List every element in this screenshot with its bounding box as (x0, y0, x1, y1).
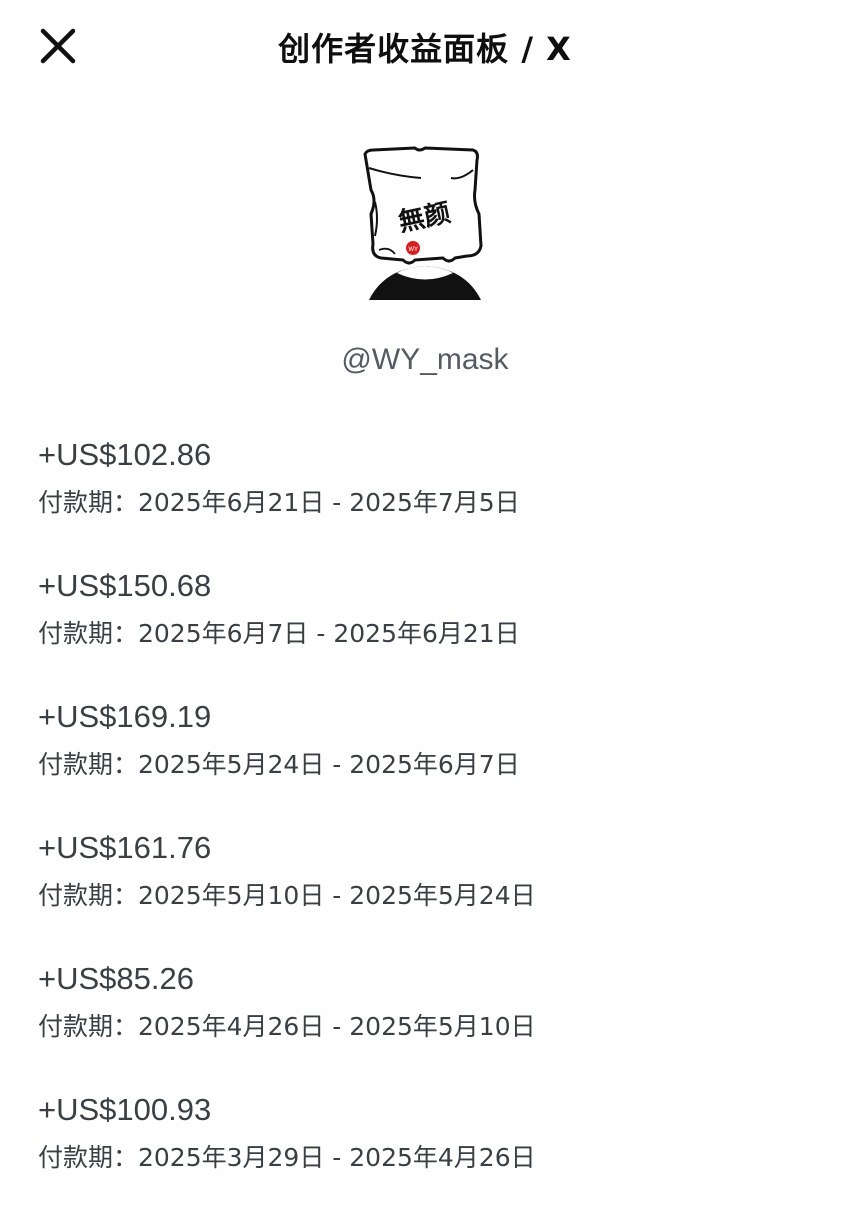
payout-period: 付款期：2025年6月7日 - 2025年6月21日 (38, 619, 520, 648)
payout-amount: +US$85.26 (38, 961, 194, 996)
avatar: 無颜 WY (355, 140, 495, 310)
payout-item: +US$85.26 付款期：2025年4月26日 - 2025年5月10日 (38, 957, 818, 1088)
page-title: 创作者收益面板 / X (278, 30, 572, 68)
payout-item: +US$100.93 付款期：2025年3月29日 - 2025年4月26日 (38, 1088, 818, 1219)
payout-item: +US$161.76 付款期：2025年5月10日 - 2025年5月24日 (38, 826, 818, 957)
payout-item: +US$169.19 付款期：2025年5月24日 - 2025年6月7日 (38, 695, 818, 826)
stamp-text: WY (408, 246, 418, 253)
payout-period: 付款期：2025年4月26日 - 2025年5月10日 (38, 1012, 536, 1041)
payout-item: +US$150.68 付款期：2025年6月7日 - 2025年6月21日 (38, 564, 818, 695)
payout-amount: +US$100.93 (38, 1092, 212, 1127)
payout-amount: +US$161.76 (38, 830, 212, 865)
payout-period: 付款期：2025年3月29日 - 2025年4月26日 (38, 1143, 536, 1172)
payout-amount: +US$169.19 (38, 699, 212, 734)
payout-list: +US$102.86 付款期：2025年6月21日 - 2025年7月5日 +U… (38, 433, 818, 1219)
payout-period: 付款期：2025年5月10日 - 2025年5月24日 (38, 881, 536, 910)
payout-period: 付款期：2025年5月24日 - 2025年6月7日 (38, 750, 520, 779)
header-bar: 创作者收益面板 / X (0, 0, 850, 92)
profile-handle: @WY_mask (341, 343, 509, 376)
payout-period: 付款期：2025年6月21日 - 2025年7月5日 (38, 488, 520, 517)
payout-item: +US$102.86 付款期：2025年6月21日 - 2025年7月5日 (38, 433, 818, 564)
payout-amount: +US$102.86 (38, 437, 212, 472)
payout-amount: +US$150.68 (38, 568, 212, 603)
avatar-illustration: 無颜 WY (363, 146, 483, 300)
